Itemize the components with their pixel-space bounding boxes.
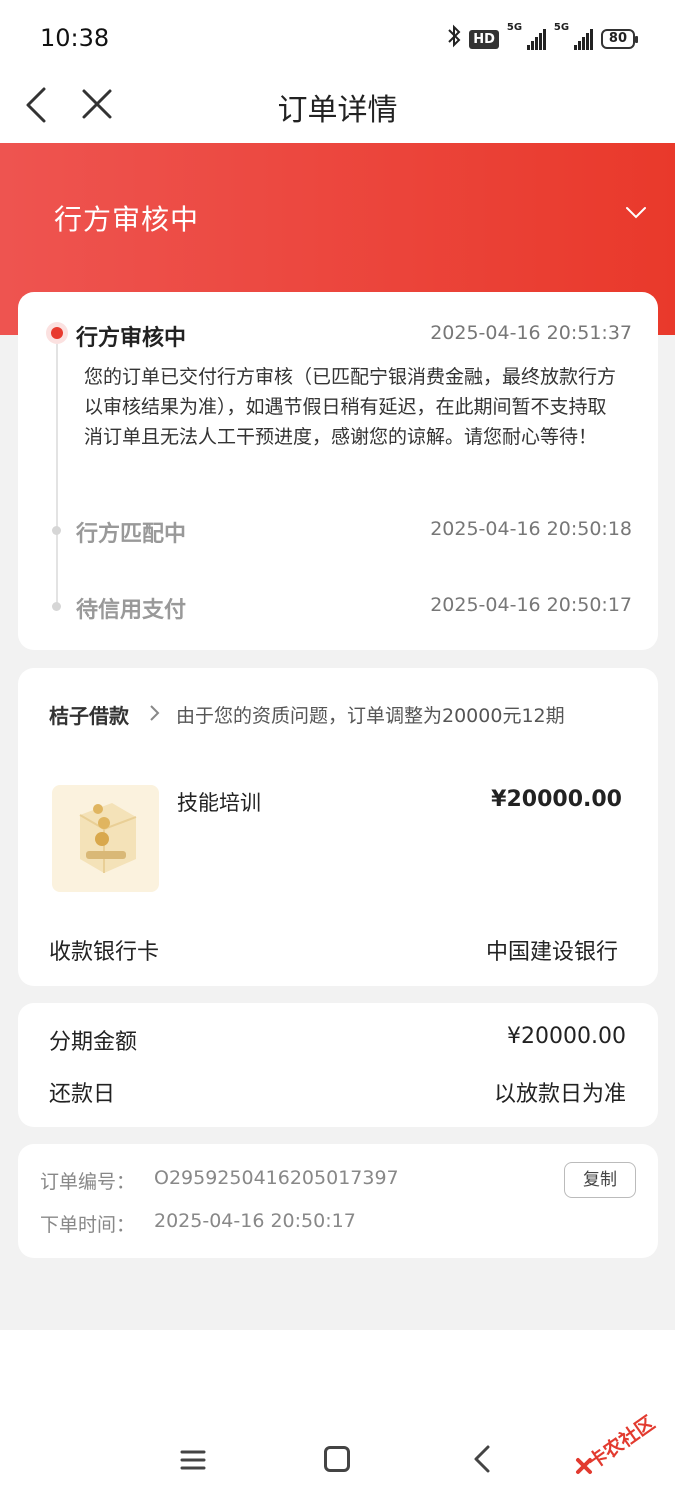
clock: 10:38 (40, 24, 110, 52)
svg-text:卡农社区: 卡农社区 (583, 1411, 658, 1473)
timeline-dot (52, 526, 61, 535)
watermark-logo: 卡农社区 (576, 1411, 659, 1474)
training-icon (79, 803, 137, 873)
back-icon[interactable] (472, 1444, 492, 1474)
product-name: 技能培训 (177, 791, 261, 815)
chevron-down-icon[interactable] (625, 205, 647, 221)
bluetooth-icon (447, 24, 461, 54)
order-time: 2025-04-16 20:50:17 (154, 1210, 356, 1232)
home-icon[interactable] (324, 1446, 350, 1472)
timeline-step-title: 行方匹配中 (76, 522, 187, 547)
timeline-step-title: 待信用支付 (76, 598, 187, 623)
menu-icon[interactable] (180, 1449, 206, 1471)
chevron-right-icon[interactable] (149, 704, 161, 722)
installment-amount-label: 分期金额 (49, 1030, 138, 1055)
installment-amount-value: ¥20000.00 (507, 1024, 626, 1049)
battery-icon: 80 (600, 29, 639, 49)
progress-card: 行方审核中 2025-04-16 20:51:37 您的订单已交付行方审核（已匹… (18, 292, 658, 650)
page-title: 订单详情 (277, 93, 398, 128)
bank-card-label: 收款银行卡 (49, 940, 160, 965)
timeline-step-time: 2025-04-16 20:51:37 (430, 322, 632, 344)
banner-status: 行方审核中 (54, 203, 200, 236)
timeline-step-time: 2025-04-16 20:50:17 (430, 594, 632, 616)
copy-button[interactable]: 复制 (564, 1162, 636, 1198)
timeline-step-desc: 您的订单已交付行方审核（已匹配宁银消费金融，最终放款行方以审核结果为准），如遇节… (84, 366, 617, 448)
signal-icon: 5G (554, 22, 593, 50)
timeline-line (56, 344, 58, 604)
system-icons: HD 5G 5G 80 (447, 22, 639, 54)
timeline-dot-active (46, 322, 68, 344)
timeline-step-time: 2025-04-16 20:50:18 (430, 518, 632, 540)
repayment-day-value: 以放款日为准 (493, 1082, 626, 1107)
timeline-dot (52, 602, 61, 611)
order-card: 桔子借款 由于您的资质问题，订单调整为20000元12期 技能培训 ¥20000… (18, 668, 658, 986)
merchant-note: 由于您的资质问题，订单调整为20000元12期 (176, 705, 565, 727)
nav-bar: 订单详情 (0, 75, 675, 143)
product-image (52, 785, 159, 892)
timeline-step-title: 行方审核中 (76, 326, 187, 351)
order-number-label: 订单编号： (40, 1171, 136, 1193)
merchant-name[interactable]: 桔子借款 (49, 700, 129, 729)
order-time-label: 下单时间： (40, 1214, 136, 1236)
status-bar: 10:38 HD 5G 5G 80 (0, 0, 675, 75)
installment-card: 分期金额 ¥20000.00 还款日 以放款日为准 (18, 1003, 658, 1127)
bank-card-value: 中国建设银行 (485, 940, 618, 965)
product-price: ¥20000.00 (491, 787, 622, 812)
signal-icon: 5G (507, 22, 546, 50)
order-number: O2959250416205017397 (154, 1167, 399, 1189)
repayment-day-label: 还款日 (49, 1082, 116, 1107)
hd-voice-icon: HD (469, 29, 499, 49)
order-info-card: 订单编号： O2959250416205017397 复制 下单时间： 2025… (18, 1144, 658, 1258)
